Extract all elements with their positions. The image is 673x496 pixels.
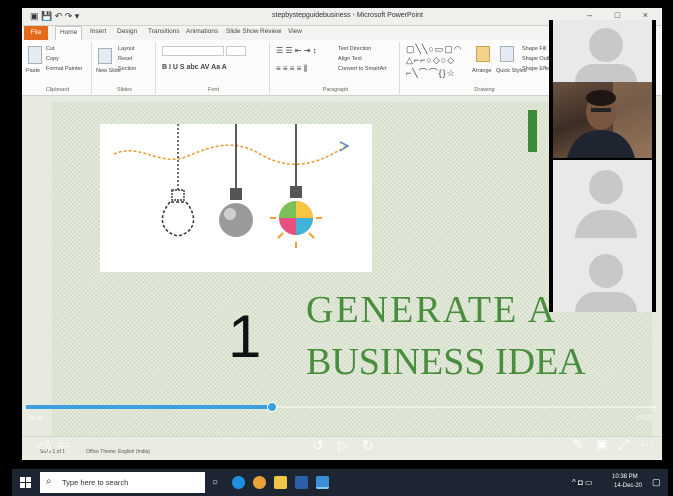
shapes-gallery-row2[interactable]: △⌐⌐○◇○◇ bbox=[406, 55, 455, 66]
task-view-icon[interactable]: ○ bbox=[212, 477, 218, 488]
cut-button[interactable]: Cut bbox=[46, 46, 55, 52]
rewind-10-icon[interactable]: ↺ bbox=[312, 438, 324, 452]
elapsed-time: 04:18 bbox=[28, 416, 44, 422]
person-video-icon bbox=[567, 82, 652, 158]
avatar-head bbox=[589, 28, 623, 62]
lightbulbs-icon bbox=[113, 124, 350, 248]
green-accent-bar bbox=[528, 110, 537, 152]
avatar-body bbox=[575, 292, 637, 312]
participant-placeholder bbox=[553, 20, 652, 82]
video-progress-bar[interactable] bbox=[26, 402, 656, 412]
progress-handle[interactable] bbox=[266, 402, 277, 412]
paragraph-label: Paragraph bbox=[322, 87, 349, 93]
align-text-button[interactable]: Align Text bbox=[338, 56, 362, 62]
arrange-button[interactable]: Arrange bbox=[472, 68, 492, 74]
captions-icon[interactable]: ▭ bbox=[58, 437, 69, 451]
slides-label: Slides bbox=[117, 87, 132, 93]
list-buttons[interactable]: ☰ ☰ ⇤ ⇥ ↕ bbox=[276, 46, 317, 55]
quick-access-toolbar[interactable]: ▣ 💾 ↶ ↷ ▾ bbox=[30, 11, 79, 22]
text-direction-button[interactable]: Text Direction bbox=[338, 46, 371, 52]
clipboard-label: Clipboard bbox=[45, 87, 70, 93]
forward-30-icon[interactable]: ↻ bbox=[362, 438, 374, 452]
participant-tile-1[interactable] bbox=[549, 20, 656, 82]
clock-time[interactable]: 10:38 PM bbox=[612, 474, 638, 480]
file-explorer-icon[interactable] bbox=[274, 476, 287, 489]
expand-icon[interactable]: ⤢ bbox=[618, 437, 629, 451]
chrome-icon[interactable] bbox=[253, 476, 266, 489]
search-placeholder: Type here to search bbox=[62, 478, 129, 487]
font-group: B I U S abc AV Aa A Font bbox=[158, 42, 270, 94]
tab-file[interactable]: File bbox=[24, 26, 48, 40]
quick-styles-icon[interactable] bbox=[500, 46, 514, 62]
tab-animations[interactable]: Animations bbox=[186, 28, 218, 35]
lightbulbs-illustration[interactable] bbox=[100, 124, 372, 272]
windows-taskbar: ⌕ Type here to search ○ ^ ◘ ▭ 10:38 PM 1… bbox=[12, 469, 668, 496]
convert-smartart-button[interactable]: Convert to SmartArt bbox=[338, 66, 387, 72]
notifications-icon[interactable]: ▢ bbox=[652, 477, 661, 488]
new-slide-icon[interactable] bbox=[98, 48, 112, 64]
avatar-head bbox=[589, 254, 623, 288]
screen: ▣ 💾 ↶ ↷ ▾ stepbystepguidebusiness - Micr… bbox=[0, 0, 673, 496]
tab-home[interactable]: Home bbox=[55, 26, 83, 40]
participant-placeholder bbox=[553, 246, 652, 312]
theme-name: Office Theme bbox=[86, 449, 116, 455]
volume-icon[interactable]: ◁) bbox=[36, 438, 51, 452]
copy-button[interactable]: Copy bbox=[46, 56, 59, 62]
play-icon[interactable]: ▷ bbox=[338, 438, 349, 452]
participant-tile-3[interactable] bbox=[549, 246, 656, 312]
format-painter-button[interactable]: Format Painter bbox=[46, 66, 82, 72]
reset-button[interactable]: Reset bbox=[118, 56, 132, 62]
font-size-dropdown[interactable] bbox=[226, 46, 246, 56]
paste-button[interactable]: Paste bbox=[26, 68, 40, 74]
drawing-label: Drawing bbox=[474, 87, 495, 93]
window-controls[interactable]: – □ × bbox=[587, 10, 658, 20]
slide-number[interactable]: 1 bbox=[228, 302, 261, 371]
slides-group: New Slide Layout Reset Section Slides bbox=[94, 42, 156, 94]
slide-title-line2[interactable]: BUSINESS IDEA bbox=[306, 340, 586, 384]
avatar-body bbox=[575, 64, 637, 82]
progress-fill bbox=[26, 405, 272, 409]
search-icon: ⌕ bbox=[46, 476, 52, 487]
clipboard-group: Paste Cut Copy Format Painter Clipboard bbox=[24, 42, 92, 94]
slide-title-line1[interactable]: GENERATE A bbox=[306, 288, 557, 332]
tab-slide-show[interactable]: Slide Show bbox=[226, 28, 259, 35]
tab-transitions[interactable]: Transitions bbox=[148, 28, 180, 35]
font-name-dropdown[interactable] bbox=[162, 46, 224, 56]
drawing-group: ▢╲╲○▭▢◠ △⌐⌐○◇○◇ ⌐╲⌒⌒{}☆ Arrange Quick St… bbox=[402, 42, 567, 94]
tab-review[interactable]: Review bbox=[260, 28, 281, 35]
total-time: 10:57 bbox=[636, 416, 652, 422]
participant-tile-camera[interactable] bbox=[549, 82, 656, 160]
language-indicator[interactable]: English (India) bbox=[118, 449, 150, 455]
tab-view[interactable]: View bbox=[288, 28, 302, 35]
shapes-gallery[interactable]: ▢╲╲○▭▢◠ bbox=[406, 44, 463, 55]
tab-design[interactable]: Design bbox=[117, 28, 137, 35]
align-buttons[interactable]: ≡ ≡ ≡ ≡ ⫼ bbox=[276, 64, 307, 74]
windows-start-icon[interactable] bbox=[20, 477, 31, 488]
participant-tile-2[interactable] bbox=[549, 160, 656, 246]
section-button[interactable]: Section bbox=[118, 66, 136, 72]
paste-icon[interactable] bbox=[28, 46, 42, 64]
taskbar-search-box[interactable]: ⌕ Type here to search bbox=[40, 472, 205, 493]
font-style-buttons[interactable]: B I U S abc AV Aa A bbox=[162, 64, 227, 71]
shape-fill-button[interactable]: Shape Fill bbox=[522, 46, 546, 52]
active-app-icon[interactable] bbox=[316, 476, 329, 489]
layout-button[interactable]: Layout bbox=[118, 46, 135, 52]
avatar-body bbox=[575, 210, 637, 238]
store-icon[interactable] bbox=[295, 476, 308, 489]
participant-placeholder bbox=[553, 160, 652, 246]
arrange-icon[interactable] bbox=[476, 46, 490, 62]
window-title: stepbystepguidebusiness - Microsoft Powe… bbox=[272, 12, 423, 19]
edge-icon[interactable] bbox=[232, 476, 245, 489]
system-tray-icons[interactable]: ^ ◘ ▭ bbox=[572, 478, 593, 487]
shapes-gallery-row3[interactable]: ⌐╲⌒⌒{}☆ bbox=[406, 66, 456, 79]
miniview-icon[interactable]: ▣ bbox=[596, 437, 607, 451]
edit-icon[interactable]: ✎ bbox=[572, 437, 584, 451]
avatar-head bbox=[589, 170, 623, 204]
clock-date[interactable]: 14-Dec-20 bbox=[614, 483, 642, 489]
font-label: Font bbox=[207, 87, 219, 93]
paragraph-group: ☰ ☰ ⇤ ⇥ ↕ ≡ ≡ ≡ ≡ ⫼ Text Direction Align… bbox=[272, 42, 400, 94]
tab-insert[interactable]: Insert bbox=[90, 28, 106, 35]
more-icon[interactable]: ⋯ bbox=[640, 437, 654, 451]
camera-feed bbox=[553, 82, 652, 158]
